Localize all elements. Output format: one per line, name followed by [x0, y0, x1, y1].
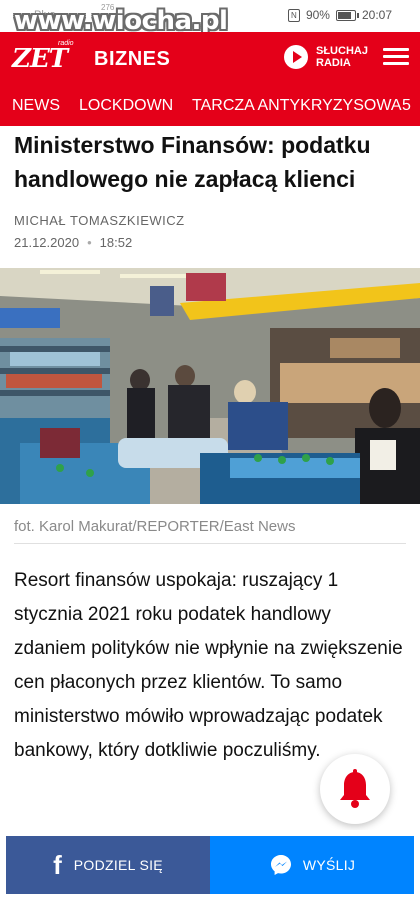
radio-zet-logo[interactable]: ZET radio: [12, 40, 74, 74]
facebook-share-button[interactable]: f PODZIEL SIĘ: [6, 836, 210, 894]
listen-radio-button[interactable]: SŁUCHAJ RADIA: [284, 45, 376, 69]
facebook-share-label: PODZIEL SIĘ: [73, 857, 163, 873]
article-lead: Resort finansów uspokaja: ruszający 1 st…: [14, 570, 403, 761]
messenger-icon: [270, 855, 291, 875]
logo-text: ZET: [12, 44, 68, 74]
logo-subtext: radio: [58, 40, 74, 47]
share-bar: f PODZIEL SIĘ WYŚLIJ: [0, 830, 420, 900]
publish-date: 21.12.2020: [14, 235, 80, 250]
battery-icon: [335, 9, 359, 21]
section-title[interactable]: BIZNES: [94, 48, 170, 71]
nav-item-more[interactable]: 5: [402, 97, 411, 115]
article-title: Ministerstwo Finansów: podatku handloweg…: [14, 132, 371, 192]
bell-icon: [340, 769, 370, 808]
nav-item-lockdown[interactable]: LOCKDOWN: [79, 97, 173, 115]
app-header: ZET radio BIZNES SŁUCHAJ RADIA: [0, 32, 420, 86]
listen-label: SŁUCHAJ RADIA: [316, 45, 368, 69]
status-bar: Plus 276 www.wiocha.pl N 90% 20:07: [0, 0, 420, 36]
separator-dot: •: [87, 235, 92, 250]
category-nav: NEWS LOCKDOWN TARCZA ANTYKRYZYSOWA 5: [0, 86, 420, 126]
nav-item-tarcza[interactable]: TARCZA ANTYKRYZYSOWA: [192, 97, 402, 115]
clock: 20:07: [361, 8, 392, 22]
article-author[interactable]: MICHAŁ TOMASZKIEWICZ: [14, 213, 185, 228]
notifications-button[interactable]: [320, 754, 390, 824]
divider: [14, 543, 406, 544]
nfc-icon: N: [287, 8, 300, 22]
publish-time: 18:52: [99, 235, 133, 250]
article-date: 21.12.2020 • 18:52: [14, 235, 132, 250]
photo-caption: fot. Karol Makurat/REPORTER/East News: [14, 518, 296, 535]
nav-item-news[interactable]: NEWS: [12, 97, 60, 115]
status-icons: N 90% 20:07: [287, 8, 392, 22]
play-icon: [284, 45, 308, 69]
messenger-send-label: WYŚLIJ: [302, 857, 356, 873]
battery-percent: 90%: [305, 8, 330, 22]
hamburger-menu-icon[interactable]: [383, 44, 409, 70]
article-photo[interactable]: [0, 268, 420, 504]
messenger-send-button[interactable]: WYŚLIJ: [210, 836, 414, 894]
facebook-icon: f: [53, 849, 62, 880]
